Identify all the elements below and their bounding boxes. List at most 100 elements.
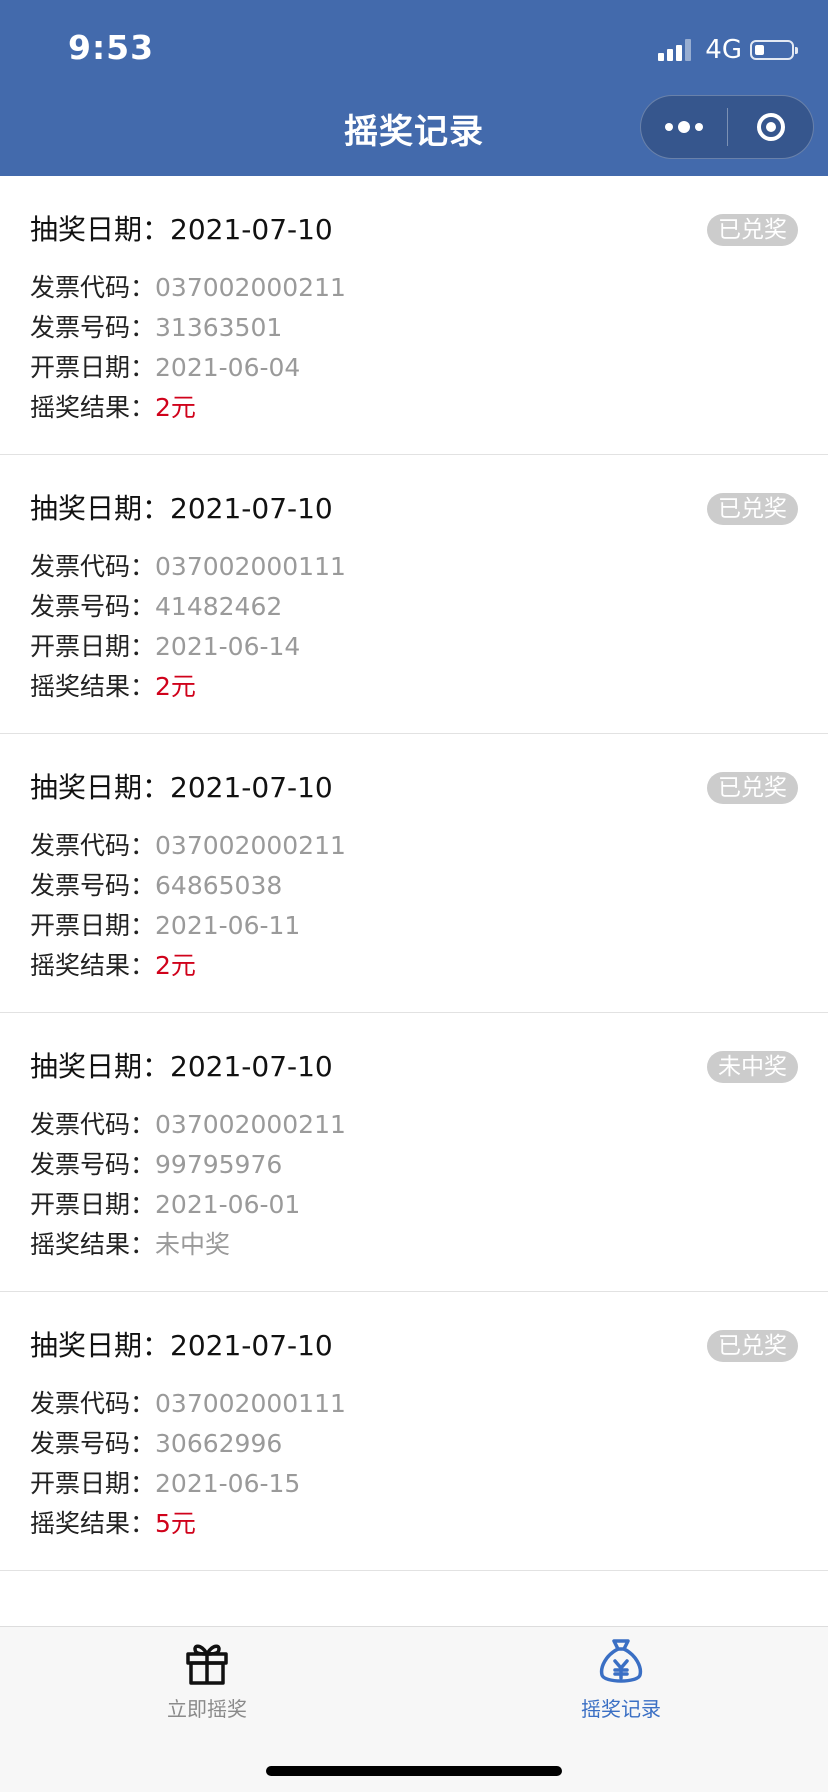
invoice-code-label: 发票代码： bbox=[30, 1389, 156, 1418]
record-fields: 发票代码：037002000211 发票号码：99795976 开票日期：2021-… bbox=[30, 1105, 346, 1265]
invoice-number-value: 99795976 bbox=[155, 1150, 283, 1179]
issue-date-label: 开票日期： bbox=[30, 632, 156, 661]
status-time: 9:53 bbox=[68, 28, 155, 67]
draw-date: 抽奖日期：2021-07-10 bbox=[30, 487, 333, 527]
draw-result-label: 摇奖结果： bbox=[30, 393, 156, 422]
invoice-number-label: 发票号码： bbox=[30, 1429, 156, 1458]
draw-date-value: 2021-07-10 bbox=[170, 1050, 333, 1083]
tab-draw-records[interactable]: 摇奖记录 bbox=[541, 1637, 701, 1722]
issue-date-row: 开票日期：2021-06-04 bbox=[30, 348, 346, 388]
status-badge: 已兑奖 bbox=[707, 493, 798, 525]
record-fields: 发票代码：037002000211 发票号码：31363501 开票日期：2021-… bbox=[30, 268, 346, 428]
status-badge: 未中奖 bbox=[707, 1051, 798, 1083]
draw-date-value: 2021-07-10 bbox=[170, 771, 333, 804]
draw-result-label: 摇奖结果： bbox=[30, 1509, 156, 1538]
draw-date-value: 2021-07-10 bbox=[170, 213, 333, 246]
more-options-button[interactable] bbox=[641, 121, 727, 133]
close-mini-program-button[interactable] bbox=[728, 113, 813, 141]
draw-date: 抽奖日期：2021-07-10 bbox=[30, 1324, 333, 1364]
tab-draw-now[interactable]: 立即摇奖 bbox=[127, 1637, 287, 1722]
draw-result-row: 摇奖结果：未中奖 bbox=[30, 1225, 346, 1265]
status-badge: 已兑奖 bbox=[707, 214, 798, 246]
issue-date-row: 开票日期：2021-06-14 bbox=[30, 627, 346, 667]
issue-date-label: 开票日期： bbox=[30, 911, 156, 940]
record-card[interactable]: 抽奖日期：2021-07-10 已兑奖 发票代码：037002000111 发票号码：… bbox=[0, 1292, 828, 1571]
lottery-record-list: 抽奖日期：2021-07-10 已兑奖 发票代码：037002000211 发票号码：… bbox=[0, 176, 828, 1571]
status-badge: 已兑奖 bbox=[707, 1330, 798, 1362]
mini-program-capsule bbox=[640, 95, 814, 159]
target-icon bbox=[756, 113, 785, 141]
invoice-code-label: 发票代码： bbox=[30, 831, 156, 860]
invoice-code-value: 037002000211 bbox=[155, 273, 346, 302]
draw-date: 抽奖日期：2021-07-10 bbox=[30, 1045, 333, 1085]
invoice-number-label: 发票号码： bbox=[30, 313, 156, 342]
draw-result-value: 2元 bbox=[155, 951, 196, 980]
invoice-number-value: 41482462 bbox=[155, 592, 283, 621]
draw-result-value: 未中奖 bbox=[155, 1230, 231, 1259]
record-fields: 发票代码：037002000111 发票号码：30662996 开票日期：2021-… bbox=[30, 1384, 346, 1544]
issue-date-label: 开票日期： bbox=[30, 353, 156, 382]
invoice-number-row: 发票号码：30662996 bbox=[30, 1424, 346, 1464]
invoice-code-row: 发票代码：037002000211 bbox=[30, 826, 346, 866]
invoice-number-row: 发票号码：64865038 bbox=[30, 866, 346, 906]
invoice-code-value: 037002000211 bbox=[155, 1110, 346, 1139]
signal-icon bbox=[658, 39, 692, 61]
issue-date-value: 2021-06-04 bbox=[155, 353, 301, 382]
record-card[interactable]: 抽奖日期：2021-07-10 已兑奖发票代码：037002000111 发票号码：… bbox=[0, 455, 828, 734]
issue-date-value: 2021-06-15 bbox=[155, 1469, 301, 1498]
network-type: 4G bbox=[705, 35, 742, 65]
invoice-number-label: 发票号码： bbox=[30, 592, 156, 621]
issue-date-row: 开票日期：2021-06-15 bbox=[30, 1464, 346, 1504]
issue-date-row: 开票日期：2021-06-01 bbox=[30, 1185, 346, 1225]
invoice-code-row: 发票代码：037002000211 bbox=[30, 1105, 346, 1145]
draw-date: 抽奖日期：2021-07-10 bbox=[30, 208, 333, 248]
issue-date-label: 开票日期： bbox=[30, 1469, 156, 1498]
issue-date-value: 2021-06-11 bbox=[155, 911, 301, 940]
draw-result-row: 摇奖结果：2元 bbox=[30, 946, 346, 986]
tab-draw-records-label: 摇奖记录 bbox=[581, 1697, 661, 1721]
draw-date-label: 抽奖日期： bbox=[30, 213, 171, 246]
invoice-code-label: 发票代码： bbox=[30, 1110, 156, 1139]
draw-date-label: 抽奖日期： bbox=[30, 1050, 171, 1083]
record-card[interactable]: 抽奖日期：2021-07-10 已兑奖 发票代码：037002000211 发票号码：… bbox=[0, 734, 828, 1013]
money-bag-icon bbox=[599, 1639, 643, 1683]
draw-date-value: 2021-07-10 bbox=[170, 1329, 333, 1362]
record-fields: 发票代码：037002000211 发票号码：64865038 开票日期：2021-… bbox=[30, 826, 346, 986]
draw-result-value: 2元 bbox=[155, 393, 196, 422]
invoice-code-value: 037002000111 bbox=[155, 1389, 346, 1418]
draw-date-value: 2021-07-10 bbox=[170, 492, 333, 525]
issue-date-value: 2021-06-01 bbox=[155, 1190, 301, 1219]
draw-result-label: 摇奖结果： bbox=[30, 1230, 156, 1259]
draw-result-value: 2元 bbox=[155, 672, 196, 701]
draw-result-value: 5元 bbox=[155, 1509, 196, 1538]
draw-result-label: 摇奖结果： bbox=[30, 951, 156, 980]
invoice-number-row: 发票号码：31363501 bbox=[30, 308, 346, 348]
invoice-code-label: 发票代码： bbox=[30, 273, 156, 302]
invoice-code-row: 发票代码：037002000211 bbox=[30, 268, 346, 308]
record-card[interactable]: 抽奖日期：2021-07-10 未中奖 发票代码：037002000211 发票号码：… bbox=[0, 1013, 828, 1292]
battery-level bbox=[755, 45, 764, 55]
gift-icon bbox=[186, 1644, 228, 1685]
invoice-number-label: 发票号码： bbox=[30, 871, 156, 900]
draw-result-label: 摇奖结果： bbox=[30, 672, 156, 701]
home-indicator bbox=[266, 1766, 562, 1776]
invoice-number-value: 31363501 bbox=[155, 313, 283, 342]
draw-date-label: 抽奖日期： bbox=[30, 1329, 171, 1362]
invoice-code-row: 发票代码：037002000111 bbox=[30, 1384, 346, 1424]
invoice-number-value: 64865038 bbox=[155, 871, 283, 900]
invoice-code-label: 发票代码： bbox=[30, 552, 156, 581]
app-header: 9:53 4G 摇奖记录 bbox=[0, 0, 828, 176]
record-card[interactable]: 抽奖日期：2021-07-10 已兑奖 发票代码：037002000211 发票号码：… bbox=[0, 176, 828, 455]
draw-result-row: 摇奖结果：2元 bbox=[30, 667, 346, 707]
invoice-code-value: 037002000211 bbox=[155, 831, 346, 860]
draw-date: 抽奖日期：2021-07-10 bbox=[30, 766, 333, 806]
issue-date-label: 开票日期： bbox=[30, 1190, 156, 1219]
draw-date-label: 抽奖日期： bbox=[30, 492, 171, 525]
status-badge: 已兑奖 bbox=[707, 772, 798, 804]
status-indicators: 4G bbox=[658, 34, 798, 66]
battery-icon bbox=[750, 40, 798, 60]
draw-result-row: 摇奖结果：5元 bbox=[30, 1504, 346, 1544]
invoice-number-value: 30662996 bbox=[155, 1429, 283, 1458]
tab-draw-now-label: 立即摇奖 bbox=[167, 1697, 247, 1721]
invoice-code-row: 发票代码：037002000111 bbox=[30, 547, 346, 587]
